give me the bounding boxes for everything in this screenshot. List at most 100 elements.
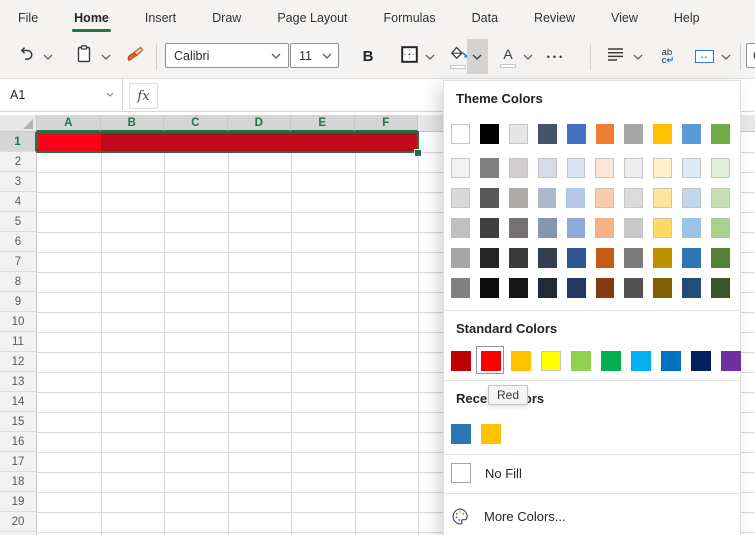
borders-button[interactable] (398, 35, 420, 78)
row-header-12[interactable]: 12 (0, 352, 37, 372)
paste-dropdown[interactable] (98, 35, 114, 78)
row-header-20[interactable]: 20 (0, 512, 37, 532)
theme-color-swatch-r4-c2[interactable] (480, 218, 499, 238)
theme-color-swatch-r5-c6[interactable] (596, 248, 615, 268)
name-box[interactable]: A1 (0, 79, 123, 110)
theme-color-swatch-r6-c2[interactable] (480, 278, 499, 298)
theme-color-swatch-r1-c10[interactable] (711, 124, 730, 144)
theme-color-swatch-r2-c10[interactable] (711, 158, 730, 178)
standard-color-6[interactable] (601, 351, 621, 371)
theme-color-swatch-r2-c1[interactable] (451, 158, 470, 178)
menu-tab-insert[interactable]: Insert (141, 0, 180, 35)
row-header-13[interactable]: 13 (0, 372, 37, 392)
format-painter-button[interactable] (122, 35, 148, 78)
row-header-6[interactable]: 6 (0, 232, 37, 252)
theme-color-swatch-r5-c10[interactable] (711, 248, 730, 268)
theme-color-swatch-r1-c6[interactable] (596, 124, 615, 144)
theme-color-swatch-r6-c7[interactable] (624, 278, 643, 298)
theme-color-swatch-r5-c8[interactable] (653, 248, 672, 268)
menu-tab-data[interactable]: Data (468, 0, 502, 35)
row-header-18[interactable]: 18 (0, 472, 37, 492)
theme-color-swatch-r3-c4[interactable] (538, 188, 557, 208)
theme-color-swatch-r6-c5[interactable] (567, 278, 586, 298)
insert-function-button[interactable]: fx (129, 83, 158, 109)
standard-color-swatch-10[interactable] (721, 351, 741, 371)
theme-color-swatch-r6-c8[interactable] (653, 278, 672, 298)
fill-handle[interactable] (414, 149, 422, 157)
theme-color-swatch-r6-c4[interactable] (538, 278, 557, 298)
merge-dropdown[interactable] (718, 35, 734, 78)
theme-color-swatch-r6-c1[interactable] (451, 278, 470, 298)
theme-color-swatch-r4-c10[interactable] (711, 218, 730, 238)
row-header-3[interactable]: 3 (0, 172, 37, 192)
standard-color-swatch-5[interactable] (571, 351, 591, 371)
standard-color-5[interactable] (571, 351, 591, 371)
theme-color-swatch-r1-c4[interactable] (538, 124, 557, 144)
recent-color-swatch-2[interactable] (481, 424, 501, 444)
theme-color-swatch-r4-c5[interactable] (567, 218, 586, 238)
merge-cells-button[interactable]: ↔ (692, 35, 716, 78)
theme-color-swatch-r2-c2[interactable] (480, 158, 499, 178)
row-header-15[interactable]: 15 (0, 412, 37, 432)
theme-color-swatch-r3-c8[interactable] (653, 188, 672, 208)
theme-color-swatch-r5-c3[interactable] (509, 248, 528, 268)
recent-color-swatch-1[interactable] (451, 424, 471, 444)
standard-color-2[interactable] (481, 351, 501, 371)
theme-color-swatch-r4-c7[interactable] (624, 218, 643, 238)
standard-color-3[interactable] (511, 351, 531, 371)
theme-color-swatch-r1-c9[interactable] (682, 124, 701, 144)
row-header-17[interactable]: 17 (0, 452, 37, 472)
undo-button[interactable] (14, 35, 38, 78)
menu-tab-help[interactable]: Help (670, 0, 704, 35)
standard-color-10[interactable] (721, 351, 741, 371)
column-header-C[interactable]: C (164, 115, 228, 132)
row-header-7[interactable]: 7 (0, 252, 37, 272)
theme-color-swatch-r5-c1[interactable] (451, 248, 470, 268)
standard-color-swatch-7[interactable] (631, 351, 651, 371)
theme-color-swatch-r3-c10[interactable] (711, 188, 730, 208)
row-header-9[interactable]: 9 (0, 292, 37, 312)
select-all-corner[interactable] (0, 115, 37, 132)
theme-color-swatch-r3-c9[interactable] (682, 188, 701, 208)
row-header-2[interactable]: 2 (0, 152, 37, 172)
standard-color-swatch-9[interactable] (691, 351, 711, 371)
fill-color-button[interactable] (447, 35, 469, 78)
standard-color-swatch-4[interactable] (541, 351, 561, 371)
theme-color-swatch-r2-c4[interactable] (538, 158, 557, 178)
more-options-button[interactable]: ••• (543, 35, 569, 78)
menu-tab-home[interactable]: Home (70, 0, 113, 35)
theme-color-swatch-r1-c2[interactable] (480, 124, 499, 144)
align-dropdown[interactable] (630, 35, 646, 78)
font-color-button[interactable]: A (498, 35, 518, 78)
theme-color-swatch-r6-c6[interactable] (596, 278, 615, 298)
font-name-combobox[interactable]: Calibri (165, 43, 289, 68)
standard-color-7[interactable] (631, 351, 651, 371)
row-header-5[interactable]: 5 (0, 212, 37, 232)
theme-color-swatch-r6-c10[interactable] (711, 278, 730, 298)
theme-color-swatch-r5-c2[interactable] (480, 248, 499, 268)
theme-color-swatch-r4-c4[interactable] (538, 218, 557, 238)
row-header-4[interactable]: 4 (0, 192, 37, 212)
font-color-dropdown[interactable] (520, 35, 536, 78)
theme-color-swatch-r6-c9[interactable] (682, 278, 701, 298)
row-header-10[interactable]: 10 (0, 312, 37, 332)
theme-color-swatch-r2-c3[interactable] (509, 158, 528, 178)
number-format-combobox[interactable]: G (746, 43, 755, 68)
menu-tab-view[interactable]: View (607, 0, 642, 35)
undo-dropdown[interactable] (40, 35, 56, 78)
align-button[interactable] (603, 35, 627, 78)
theme-color-swatch-r1-c1[interactable] (451, 124, 470, 144)
standard-color-1[interactable] (451, 351, 471, 371)
paste-button[interactable] (72, 35, 96, 78)
theme-color-swatch-r3-c2[interactable] (480, 188, 499, 208)
row-header-8[interactable]: 8 (0, 272, 37, 292)
theme-color-swatch-r5-c7[interactable] (624, 248, 643, 268)
theme-color-swatch-r5-c5[interactable] (567, 248, 586, 268)
standard-color-8[interactable] (661, 351, 681, 371)
theme-color-swatch-r2-c7[interactable] (624, 158, 643, 178)
theme-color-swatch-r4-c3[interactable] (509, 218, 528, 238)
theme-color-swatch-r3-c5[interactable] (566, 188, 585, 208)
column-header-A[interactable]: A (37, 115, 101, 132)
column-header-D[interactable]: D (228, 115, 292, 132)
theme-color-swatch-r5-c4[interactable] (538, 248, 557, 268)
